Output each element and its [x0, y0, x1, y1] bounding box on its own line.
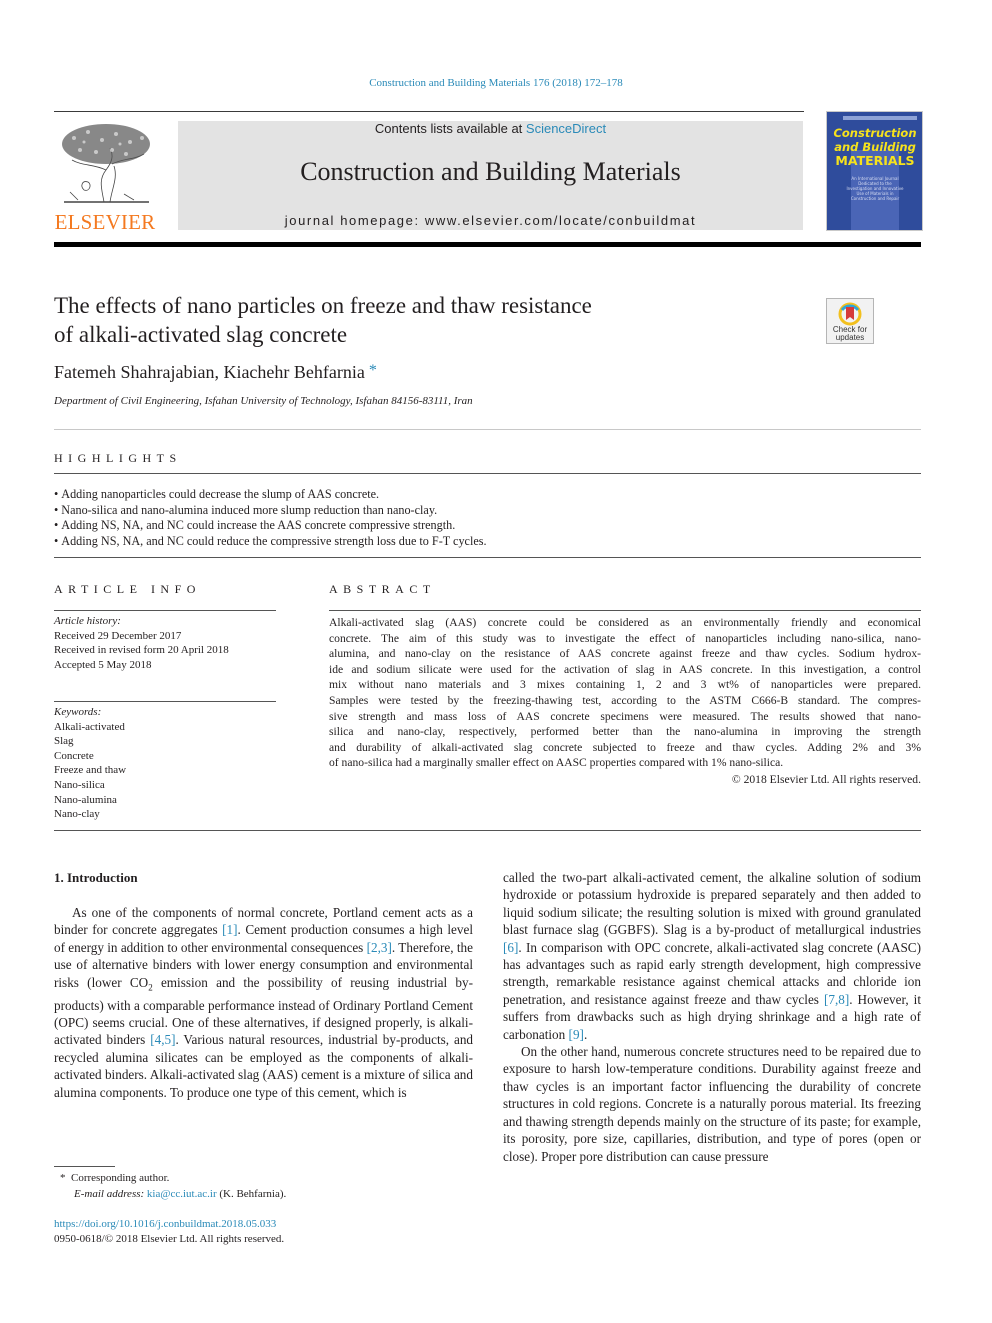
journal-homepage[interactable]: journal homepage: www.elsevier.com/locat… — [178, 213, 803, 228]
highlight-item: Adding NS, NA, and NC could reduce the c… — [54, 534, 486, 550]
citation-link[interactable]: [2,3] — [367, 940, 392, 955]
history-revised: Received in revised form 20 April 2018 — [54, 644, 229, 657]
text-run: . — [583, 1026, 588, 1042]
divider — [54, 610, 276, 611]
keyword-item: Concrete — [54, 749, 94, 762]
abstract-line: mix without nano materials and 3 mixes c… — [329, 678, 921, 692]
corresponding-author-link[interactable]: * — [369, 362, 377, 379]
abstract-line: Alkali-activated slag (AAS) concrete cou… — [329, 616, 921, 629]
keyword-item: Nano-alumina — [54, 793, 117, 806]
footnote-mark: * — [60, 1172, 66, 1184]
paragraph: As one of the components of normal concr… — [54, 904, 473, 1101]
header-thick-divider — [54, 242, 921, 247]
citation-link[interactable]: [7,8] — [824, 992, 849, 1007]
abstract-line: alumina, and nano-clay on the resistance… — [329, 647, 921, 661]
divider — [329, 610, 921, 611]
cover-title-line2: and Building — [834, 140, 916, 154]
divider — [54, 429, 921, 430]
running-head[interactable]: Construction and Building Materials 176 … — [0, 77, 992, 89]
author-list: Fatemeh Shahrajabian, Kiachehr Behfarnia… — [54, 362, 377, 383]
cover-title-line1: Construction — [833, 126, 917, 140]
divider — [54, 557, 921, 558]
footnote-divider — [54, 1166, 115, 1167]
abstract-line: silica and nano-clay, respectively, perf… — [329, 725, 921, 739]
divider — [54, 701, 276, 702]
sciencedirect-link[interactable]: ScienceDirect — [526, 121, 606, 136]
issn-copyright: 0950-0618/© 2018 Elsevier Ltd. All right… — [54, 1232, 285, 1245]
abstract-line: ide and sodium silicate were used for th… — [329, 662, 921, 676]
article-title: The effects of nano particles on freeze … — [54, 291, 754, 349]
article-history: Article history: Received 29 December 20… — [54, 614, 229, 672]
journal-name: Construction and Building Materials — [300, 157, 681, 186]
abstract-body: Alkali-activated slag (AAS) concrete cou… — [329, 615, 921, 771]
body-column-left: As one of the components of normal concr… — [54, 904, 473, 1101]
body-column-right: called the two-part alkali-activated cem… — [503, 869, 921, 1165]
cover-strip — [843, 116, 917, 120]
doi-block: https://doi.org/10.1016/j.conbuildmat.20… — [54, 1217, 284, 1246]
abstract-line: of nano-silica had a marginally smaller … — [329, 756, 784, 770]
keyword-item: Slag — [54, 735, 74, 748]
article-title-line2: of alkali-activated slag concrete — [54, 322, 348, 347]
abstract-line: concrete. The aim of this study was to i… — [329, 631, 921, 645]
cover-title-line3: MATERIALS — [835, 153, 915, 168]
keyword-item: Nano-clay — [54, 808, 100, 821]
cover-title: Construction and Building MATERIALS — [830, 126, 920, 168]
journal-cover-thumbnail[interactable]: Construction and Building MATERIALS An I… — [826, 111, 923, 231]
keyword-item: Freeze and thaw — [54, 764, 127, 777]
keyword-item: Alkali-activated — [54, 720, 125, 733]
citation-link[interactable]: [4,5] — [150, 1032, 175, 1047]
abstract-copyright: © 2018 Elsevier Ltd. All rights reserved… — [731, 773, 921, 786]
paragraph: On the other hand, numerous concrete str… — [503, 1044, 921, 1164]
email-label: E-mail address: — [74, 1187, 147, 1200]
highlight-item: Adding nanoparticles could decrease the … — [54, 487, 487, 503]
check-updates-icon — [838, 302, 862, 326]
email-line: E-mail address: kia@cc.iut.ac.ir (K. Beh… — [60, 1187, 286, 1203]
affiliation: Department of Civil Engineering, Isfahan… — [54, 395, 473, 407]
article-history-label: Article history: — [54, 615, 121, 627]
text-run: called the two-part alkali-activated cem… — [503, 870, 921, 938]
email-suffix: (K. Behfarnia). — [216, 1187, 287, 1200]
corresponding-author-note: * Corresponding author. — [60, 1171, 286, 1187]
keywords: Keywords: Alkali-activated Slag Concrete… — [54, 705, 126, 822]
author-names: Fatemeh Shahrajabian, Kiachehr Behfarnia — [54, 362, 365, 382]
history-accepted: Accepted 5 May 2018 — [54, 658, 152, 671]
journal-banner: Contents lists available at ScienceDirec… — [178, 121, 803, 230]
paragraph: called the two-part alkali-activated cem… — [503, 869, 921, 1043]
contents-available-line: Contents lists available at ScienceDirec… — [178, 121, 803, 136]
highlight-item: Adding NS, NA, and NC could increase the… — [54, 518, 487, 534]
footnote: * Corresponding author. E-mail address: … — [60, 1171, 286, 1202]
divider — [54, 473, 921, 474]
elsevier-wordmark: ELSEVIER — [54, 210, 156, 234]
cover-subtitle: An International Journal Dedicated to th… — [846, 176, 904, 201]
abstract-heading: ABSTRACT — [329, 582, 436, 596]
article-info-heading: ARTICLE INFO — [54, 582, 201, 596]
history-received: Received 29 December 2017 — [54, 629, 182, 642]
abstract-line: sive strength and mass loss of AAS concr… — [329, 709, 921, 723]
article-title-line1: The effects of nano particles on freeze … — [54, 293, 592, 318]
contents-prefix: Contents lists available at — [374, 121, 526, 136]
citation-link[interactable]: [1] — [222, 922, 237, 937]
highlights-heading: HIGHLIGHTS — [54, 451, 182, 465]
journal-citation-link[interactable]: Construction and Building Materials 176 … — [369, 77, 623, 89]
introduction-heading: 1. Introduction — [54, 870, 138, 885]
citation-link[interactable]: [6] — [503, 940, 518, 955]
abstract-line: and durability of alkali-activated slag … — [329, 740, 921, 754]
doi-link[interactable]: https://doi.org/10.1016/j.conbuildmat.20… — [54, 1218, 276, 1230]
highlights-list: Adding nanoparticles could decrease the … — [54, 487, 487, 550]
email-link[interactable]: kia@cc.iut.ac.ir — [147, 1188, 217, 1200]
abstract-line: Samples were tested by the freezing-thaw… — [329, 693, 921, 707]
top-divider — [54, 111, 804, 112]
check-for-updates-button[interactable]: Check for updates — [826, 298, 874, 344]
keyword-item: Nano-silica — [54, 778, 105, 791]
divider — [54, 830, 921, 831]
highlight-item: Nano-silica and nano-alumina induced mor… — [54, 503, 487, 519]
citation-link[interactable]: [9] — [569, 1027, 584, 1042]
corresponding-label: Corresponding author. — [71, 1172, 170, 1184]
check-updates-label: Check for updates — [832, 325, 868, 342]
keywords-label: Keywords: — [54, 706, 102, 718]
